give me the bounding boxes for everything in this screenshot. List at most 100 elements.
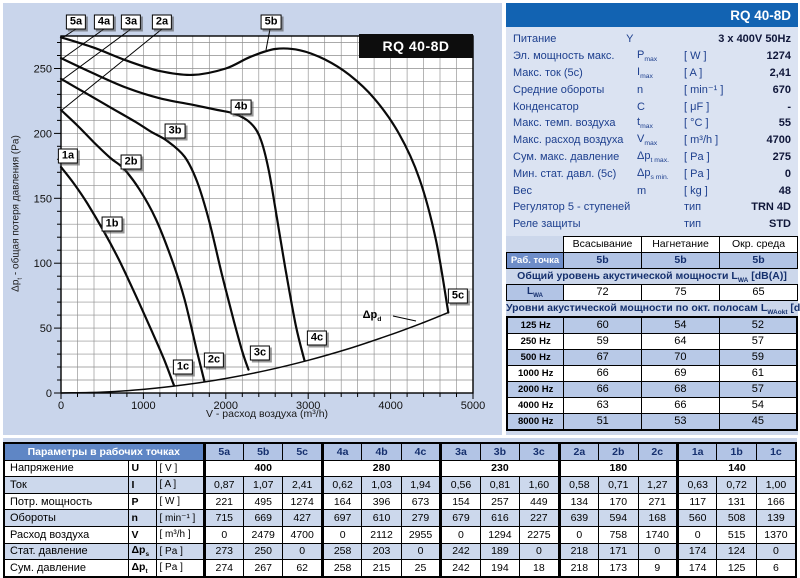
spec-label: Средние обороты (513, 84, 637, 96)
octave-band-value: 54 (719, 397, 797, 413)
title-text: Уровни акустической мощности по окт. пол… (506, 302, 767, 314)
lwa-value: 75 (642, 284, 720, 300)
octave-band-value: 57 (719, 333, 797, 349)
svg-text:250: 250 (34, 64, 52, 76)
octave-band-value: 60 (564, 317, 642, 334)
op-row-symbol: n (128, 510, 156, 527)
op-value: 250 (243, 543, 282, 560)
op-row-label: Напряжение (4, 460, 128, 477)
op-value: 0 (756, 543, 796, 560)
op-value: 0 (401, 543, 440, 560)
octave-band-value: 68 (642, 381, 720, 397)
symbol-subscript: max (640, 123, 653, 130)
lwa-label: LWA (507, 284, 564, 300)
spec-table: ПитаниеY3 x 400V 50HzЭл. мощность макс.P… (506, 27, 798, 236)
spec-unit: [ μF ] (684, 101, 738, 113)
op-point-header-2c: 2c (638, 443, 677, 460)
op-value: 62 (283, 560, 322, 577)
op-value: 1,27 (638, 477, 677, 494)
spec-label: Вес (513, 185, 637, 197)
op-value: 0 (441, 526, 480, 543)
octave-row: 125 Hz605452 (507, 317, 797, 334)
op-point-header-1b: 1b (717, 443, 756, 460)
op-value: 2955 (401, 526, 440, 543)
op-value: 669 (243, 510, 282, 527)
op-row-symbol: P (128, 493, 156, 510)
y-axis-title-symbol: Δp (11, 280, 22, 292)
y-axis-title: Δpt - общая потеря давления (Pa) (11, 64, 24, 364)
spec-symbol: Vmax (637, 133, 684, 147)
op-value: 168 (638, 510, 677, 527)
octave-band-value: 51 (564, 413, 642, 430)
symbol-subscript: max (644, 56, 657, 63)
op-row-label: Расход воздуха (4, 526, 128, 543)
lwa-row: LWA727565 (507, 284, 798, 300)
op-value: 271 (638, 493, 677, 510)
spec-label: Реле защиты (513, 218, 637, 230)
op-value: 1274 (283, 493, 322, 510)
spec-value: 3 x 400V 50Hz (718, 33, 793, 45)
op-value: 258 (322, 543, 361, 560)
specifications-panel: RQ 40-8D ПитаниеY3 x 400V 50HzЭл. мощнос… (506, 3, 798, 435)
op-voltage-value: 140 (677, 460, 796, 477)
op-value: 189 (480, 543, 519, 560)
op-point-header-3b: 3b (480, 443, 519, 460)
op-value: 560 (677, 510, 716, 527)
title-units: [dB(A)] (748, 270, 786, 282)
spec-value: 4700 (738, 134, 793, 146)
symbol-subscript: s (145, 551, 149, 558)
fan-curves-chart: 010002000300040005000050100150200250 (3, 3, 502, 435)
op-row-label: Обороты (4, 510, 128, 527)
octave-band-label: 2000 Hz (507, 381, 564, 397)
spec-unit: [ A ] (684, 67, 738, 79)
spec-unit: [ Pa ] (684, 168, 738, 180)
title-subscript: WAokt (767, 309, 787, 316)
op-point-header-4c: 4c (401, 443, 440, 460)
octave-band-value: 63 (564, 397, 642, 413)
spec-row: КонденсаторC[ μF ]- (513, 98, 793, 115)
op-point-header-4b: 4b (362, 443, 401, 460)
op-value: 18 (520, 560, 559, 577)
op-value: 227 (520, 510, 559, 527)
op-voltage-value: 400 (204, 460, 322, 477)
op-value: 1,03 (362, 477, 401, 494)
op-row-symbol: V (128, 526, 156, 543)
spec-label: Сум. макс. давление (513, 151, 637, 163)
op-row-unit: [ Pa ] (156, 560, 204, 577)
op-row: ТокI[ A ]0,871,072,410,621,031,940,560,8… (4, 477, 796, 494)
op-row-unit: [ m³/h ] (156, 526, 204, 543)
octave-band-value: 45 (719, 413, 797, 430)
op-point-header-5c: 5c (283, 443, 322, 460)
op-value: 164 (322, 493, 361, 510)
spec-unit: [ kg ] (684, 185, 738, 197)
op-row-symbol: U (128, 460, 156, 477)
op-point-header-4a: 4a (322, 443, 361, 460)
spec-row: Макс. темп. воздухаtmax[ °C ]55 (513, 115, 793, 132)
spec-row: Мин. стат. давл. (5с)Δps min.[ Pa ]0 (513, 165, 793, 182)
op-value: 9 (638, 560, 677, 577)
op-value: 1294 (480, 526, 519, 543)
op-value: 0 (322, 526, 361, 543)
op-value: 0,87 (204, 477, 243, 494)
octave-band-value: 59 (719, 349, 797, 365)
x-axis-title: V - расход воздуха (m³/h) (61, 408, 473, 420)
op-value: 594 (599, 510, 638, 527)
op-value: 697 (322, 510, 361, 527)
spec-label: Эл. мощность макс. (513, 50, 637, 62)
octave-band-value: 67 (564, 349, 642, 365)
op-value: 0 (559, 526, 598, 543)
acoustic-column-header: Окр. среда (720, 236, 798, 252)
op-row-symbol: Δps (128, 543, 156, 560)
op-value: 173 (599, 560, 638, 577)
spec-symbol: Δpt max. (637, 150, 684, 164)
operating-points-table: Параметры в рабочих точках5a5b5c4a4b4c3a… (3, 442, 797, 578)
op-value: 203 (362, 543, 401, 560)
acoustic-header-row: ВсасываниеНагнетаниеОкр. среда (507, 236, 798, 252)
op-value: 2479 (243, 526, 282, 543)
op-value: 427 (283, 510, 322, 527)
performance-chart-panel: 010002000300040005000050100150200250 RQ … (3, 3, 502, 435)
octave-band-table: 125 Hz605452250 Hz596457500 Hz6770591000… (506, 316, 798, 431)
op-point-header-1c: 1c (756, 443, 796, 460)
op-value: 25 (401, 560, 440, 577)
operating-point-row: Раб. точка5b5b5b (507, 252, 798, 268)
